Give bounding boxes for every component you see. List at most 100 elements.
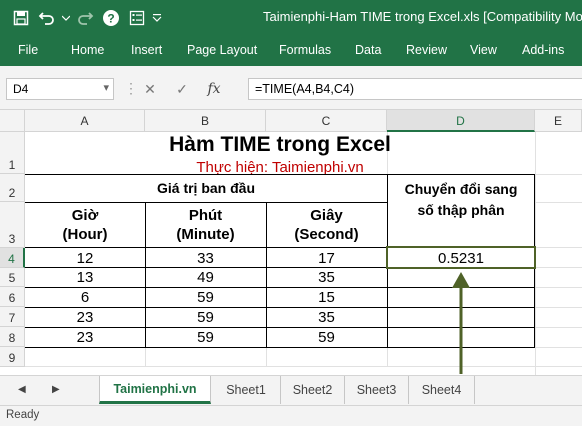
header-convert-line1: Chuyển đổi sang: [404, 181, 518, 197]
status-bar: Ready: [0, 405, 582, 426]
help-icon[interactable]: ?: [98, 5, 124, 31]
tab-page-layout[interactable]: Page Layout: [187, 43, 257, 57]
prev-sheet-icon[interactable]: ◀: [18, 384, 26, 395]
select-all-corner[interactable]: [0, 110, 25, 132]
column-header-e[interactable]: E: [535, 110, 582, 132]
row-header-2[interactable]: 2: [0, 174, 25, 202]
header-minute-en: (Minute): [176, 226, 235, 243]
undo-dropdown-icon[interactable]: [60, 5, 72, 31]
row-header-3[interactable]: 3: [0, 202, 25, 248]
header-second-vi: Giây: [310, 207, 343, 224]
table-border: [25, 202, 387, 203]
cell-b6[interactable]: 59: [145, 287, 266, 307]
sheet-tab-sheet4[interactable]: Sheet4: [409, 376, 475, 404]
header-minute[interactable]: Phút (Minute): [145, 202, 266, 248]
name-box-dropdown-icon[interactable]: ▾: [103, 81, 109, 94]
cell-a5[interactable]: 13: [25, 268, 145, 287]
cell-b4[interactable]: 33: [145, 248, 266, 268]
row-header-1[interactable]: 1: [0, 132, 25, 174]
cell-a7[interactable]: 23: [25, 307, 145, 327]
cell-b5[interactable]: 49: [145, 268, 266, 287]
tab-data[interactable]: Data: [355, 43, 381, 57]
redo-icon[interactable]: [72, 5, 98, 31]
status-text: Ready: [6, 409, 40, 421]
cell-a8[interactable]: 23: [25, 327, 145, 347]
table-border: [25, 174, 535, 175]
tab-home[interactable]: Home: [71, 43, 104, 57]
formula-input[interactable]: =TIME(A4,B4,C4): [248, 78, 582, 100]
table-border: [145, 202, 146, 347]
gridline: [535, 327, 582, 328]
tab-review[interactable]: Review: [406, 43, 447, 57]
gridline: [535, 202, 582, 203]
sheet-title[interactable]: Hàm TIME trong Excel: [25, 132, 535, 158]
svg-text:?: ?: [107, 12, 114, 26]
save-icon[interactable]: [8, 5, 34, 31]
name-box[interactable]: D4 ▾: [6, 78, 114, 100]
gridline: [535, 307, 582, 308]
cell-c8[interactable]: 59: [266, 327, 387, 347]
tab-insert[interactable]: Insert: [131, 43, 162, 57]
sheet-tab-sheet1[interactable]: Sheet1: [212, 376, 281, 404]
cell-a4[interactable]: 12: [25, 248, 145, 268]
active-cell-highlight: [386, 246, 536, 269]
form-icon[interactable]: [124, 5, 150, 31]
cancel-icon[interactable]: ✕: [134, 81, 166, 98]
gridline: [535, 267, 582, 268]
row-header-8[interactable]: 8: [0, 327, 25, 347]
cell-c5[interactable]: 35: [266, 268, 387, 287]
cell-b7[interactable]: 59: [145, 307, 266, 327]
cell-a6[interactable]: 6: [25, 287, 145, 307]
quick-access-toolbar: ?: [0, 5, 164, 31]
header-second-en: (Second): [294, 226, 359, 243]
column-header-a[interactable]: A: [25, 110, 145, 132]
sheet-tab-sheet3[interactable]: Sheet3: [345, 376, 409, 404]
gridline: [266, 347, 267, 367]
column-header-b[interactable]: B: [145, 110, 266, 132]
undo-icon[interactable]: [34, 5, 60, 31]
row-header-6[interactable]: 6: [0, 287, 25, 307]
formula-bar-area: D4 ▾ ⋮ ✕ ✓ fx =TIME(A4,B4,C4): [0, 66, 582, 110]
row-header-9[interactable]: 9: [0, 347, 25, 367]
header-second[interactable]: Giây (Second): [266, 202, 387, 248]
tab-file[interactable]: File: [18, 43, 38, 57]
header-convert-decimal[interactable]: Chuyển đổi sang số thập phân: [387, 181, 535, 238]
next-sheet-icon[interactable]: ▶: [52, 384, 60, 395]
formula-bar-buttons: ✕ ✓ fx: [134, 78, 230, 100]
column-header-c[interactable]: C: [266, 110, 387, 132]
cell-c4[interactable]: 17: [266, 248, 387, 268]
insert-function-icon[interactable]: fx: [198, 81, 230, 97]
sheet-tab-taimienphi[interactable]: Taimienphi.vn: [99, 376, 211, 404]
enter-icon[interactable]: ✓: [166, 81, 198, 98]
group-header-initial-values[interactable]: Giá trị ban đầu: [25, 174, 387, 202]
worksheet-grid[interactable]: A B C D E 1 2 3 4 5 6 7 8 9 Hàm TIME tro…: [0, 110, 582, 375]
gridline: [535, 247, 582, 248]
header-hour-vi: Giờ: [71, 207, 99, 224]
cell-c7[interactable]: 35: [266, 307, 387, 327]
arrow-up-icon: [452, 272, 470, 374]
table-border: [266, 202, 267, 347]
row-header-5[interactable]: 5: [0, 268, 25, 287]
cell-c6[interactable]: 15: [266, 287, 387, 307]
gridline: [25, 366, 582, 367]
tab-formulas[interactable]: Formulas: [279, 43, 331, 57]
gridline: [387, 347, 388, 367]
gridline: [535, 347, 582, 348]
row-header-4[interactable]: 4: [0, 248, 25, 268]
gridline: [535, 287, 582, 288]
sheet-tab-bar: ◀ ▶ Taimienphi.vn Sheet1 Sheet2 Sheet3 S…: [0, 375, 582, 405]
window-title: Taimienphi-Ham TIME trong Excel.xls [Com…: [263, 9, 582, 24]
row-header-7[interactable]: 7: [0, 307, 25, 327]
header-hour[interactable]: Giờ (Hour): [25, 202, 145, 248]
column-header-d[interactable]: D: [387, 110, 535, 132]
gridline: [145, 347, 146, 367]
ribbon-tabs: File Home Insert Page Layout Formulas Da…: [0, 36, 582, 66]
customize-qat-icon[interactable]: [150, 5, 164, 31]
tab-add-ins[interactable]: Add-ins: [522, 43, 564, 57]
cell-b8[interactable]: 59: [145, 327, 266, 347]
sheet-tab-sheet2[interactable]: Sheet2: [281, 376, 345, 404]
sheet-tab-scroll-area[interactable]: [480, 376, 582, 404]
header-hour-en: (Hour): [62, 226, 108, 243]
tab-view[interactable]: View: [470, 43, 497, 57]
gridline: [535, 174, 582, 175]
